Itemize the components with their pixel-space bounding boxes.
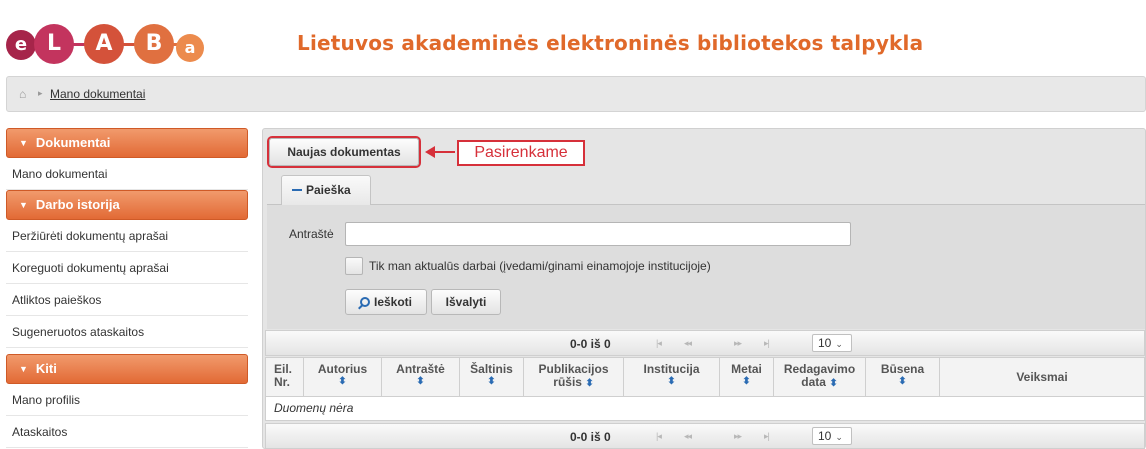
header: e L A B a Lietuvos akademinės elektronin…: [0, 0, 1146, 72]
collapse-arrow-icon: ▼: [19, 138, 28, 148]
sidebar-section-title: Dokumentai: [35, 135, 111, 150]
title-search-input[interactable]: [345, 222, 851, 246]
next-page-icon[interactable]: ▸▸: [734, 431, 742, 442]
site-title: Lietuvos akademinės elektroninės bibliot…: [297, 31, 924, 55]
minus-icon: [292, 189, 302, 191]
column-header-metai[interactable]: Metai ⬍: [720, 358, 774, 396]
search-toggle-tab[interactable]: Paieška: [281, 175, 371, 205]
search-tab-label: Paieška: [306, 183, 351, 197]
prev-page-icon[interactable]: ◂◂: [684, 431, 692, 442]
new-document-button[interactable]: Naujas dokumentas: [269, 138, 419, 166]
sort-icon[interactable]: ⬍: [720, 376, 773, 387]
elaba-logo[interactable]: e L A B a: [6, 24, 256, 64]
sidebar-item-koreguoti[interactable]: Koreguoti dokumentų aprašai: [6, 252, 248, 284]
sidebar-item-mano-dokumentai[interactable]: Mano dokumentai: [6, 158, 248, 190]
sort-icon[interactable]: ⬍: [866, 376, 939, 387]
collapse-arrow-icon: ▼: [19, 200, 28, 210]
column-header-saltinis[interactable]: Šaltinis ⬍: [460, 358, 524, 396]
search-button-label: Ieškoti: [373, 295, 412, 309]
relevant-works-checkbox[interactable]: [345, 257, 363, 275]
column-header-publikacijos-rusis[interactable]: Publikacijos rūšis ⬍: [524, 358, 624, 396]
rows-per-page-select[interactable]: 10 ⌄: [812, 334, 852, 352]
column-header-redagavimo-data[interactable]: Redagavimo data ⬍: [774, 358, 866, 396]
logo-letter: a: [176, 34, 204, 62]
sidebar: ▼ Dokumentai Mano dokumentai ▼ Darbo istor…: [6, 128, 248, 448]
first-page-icon[interactable]: |◂: [656, 431, 662, 442]
column-header-busena[interactable]: Būsena ⬍: [866, 358, 940, 396]
sidebar-item-perziureti[interactable]: Peržiūrėti dokumentų aprašai: [6, 220, 248, 252]
rows-per-page-value: 10: [818, 429, 832, 443]
annotation-arrow-line: [427, 151, 455, 153]
sidebar-section-darbo-istorija[interactable]: ▼ Darbo istorija: [6, 190, 248, 220]
chevron-down-icon: ⌄: [835, 432, 843, 442]
pager-top: 0-0 iš 0 |◂ ◂◂ ▸▸ ▸| 10 ⌄: [265, 330, 1145, 356]
search-button[interactable]: Ieškoti: [345, 289, 427, 315]
search-icon: [359, 297, 370, 307]
sidebar-section-kiti[interactable]: ▼ Kiti: [6, 354, 248, 384]
sort-icon[interactable]: ⬍: [382, 376, 459, 387]
sort-icon[interactable]: ⬍: [304, 376, 381, 387]
sort-icon[interactable]: ⬍: [585, 378, 593, 389]
prev-page-icon[interactable]: ◂◂: [684, 338, 692, 349]
sidebar-item-atliktos-paieskos[interactable]: Atliktos paieškos: [6, 284, 248, 316]
column-header-institucija[interactable]: Institucija ⬍: [624, 358, 720, 396]
main-panel: Naujas dokumentas Pasirenkame Paieška An…: [262, 128, 1146, 449]
sort-icon[interactable]: ⬍: [829, 378, 837, 389]
breadcrumb-separator-icon: ▸: [38, 88, 43, 98]
logo-letter: B: [134, 24, 174, 64]
column-header-autorius[interactable]: Autorius ⬍: [304, 358, 382, 396]
sidebar-item-mano-profilis[interactable]: Mano profilis: [6, 384, 248, 416]
pager-count: 0-0 iš 0: [570, 337, 611, 351]
sort-icon[interactable]: ⬍: [460, 376, 523, 387]
search-panel: Antraštė Tik man aktualūs darbai (įvedam…: [267, 204, 1145, 329]
breadcrumb: ⌂ ▸ Mano dokumentai: [6, 76, 1146, 112]
column-header-nr: Eil. Nr.: [266, 358, 304, 396]
pager-count: 0-0 iš 0: [570, 430, 611, 444]
first-page-icon[interactable]: |◂: [656, 338, 662, 349]
relevant-works-label: Tik man aktualūs darbai (įvedami/ginami …: [369, 259, 711, 273]
chevron-down-icon: ⌄: [835, 339, 843, 349]
logo-letter: e: [6, 30, 36, 60]
sidebar-section-dokumentai[interactable]: ▼ Dokumentai: [6, 128, 248, 158]
table-header: Eil. Nr. Autorius ⬍ Antraštė ⬍ Šaltinis ⬍ Pu…: [265, 357, 1145, 397]
title-field-label: Antraštė: [289, 227, 334, 241]
empty-table-message: Duomenų nėra: [265, 397, 1145, 421]
column-header-veiksmai: Veiksmai: [1016, 370, 1068, 384]
logo-letter: A: [84, 24, 124, 64]
column-header-antraste[interactable]: Antraštė ⬍: [382, 358, 460, 396]
last-page-icon[interactable]: ▸|: [764, 431, 770, 442]
clear-button[interactable]: Išvalyti: [431, 289, 501, 315]
breadcrumb-current[interactable]: Mano dokumentai: [50, 87, 145, 101]
logo-letter: L: [34, 24, 74, 64]
sidebar-section-title: Darbo istorija: [35, 197, 120, 212]
annotation-label: Pasirenkame: [457, 140, 585, 166]
rows-per-page-value: 10: [818, 336, 832, 350]
last-page-icon[interactable]: ▸|: [764, 338, 770, 349]
sort-icon[interactable]: ⬍: [624, 376, 719, 387]
rows-per-page-select[interactable]: 10 ⌄: [812, 427, 852, 445]
next-page-icon[interactable]: ▸▸: [734, 338, 742, 349]
collapse-arrow-icon: ▼: [19, 364, 28, 374]
sidebar-item-sugeneruotos-ataskaitos[interactable]: Sugeneruotos ataskaitos: [6, 316, 248, 348]
sidebar-section-title: Kiti: [35, 361, 57, 376]
pager-bottom: 0-0 iš 0 |◂ ◂◂ ▸▸ ▸| 10 ⌄: [265, 423, 1145, 449]
home-icon[interactable]: ⌂: [19, 87, 26, 101]
sidebar-item-ataskaitos[interactable]: Ataskaitos: [6, 416, 248, 448]
